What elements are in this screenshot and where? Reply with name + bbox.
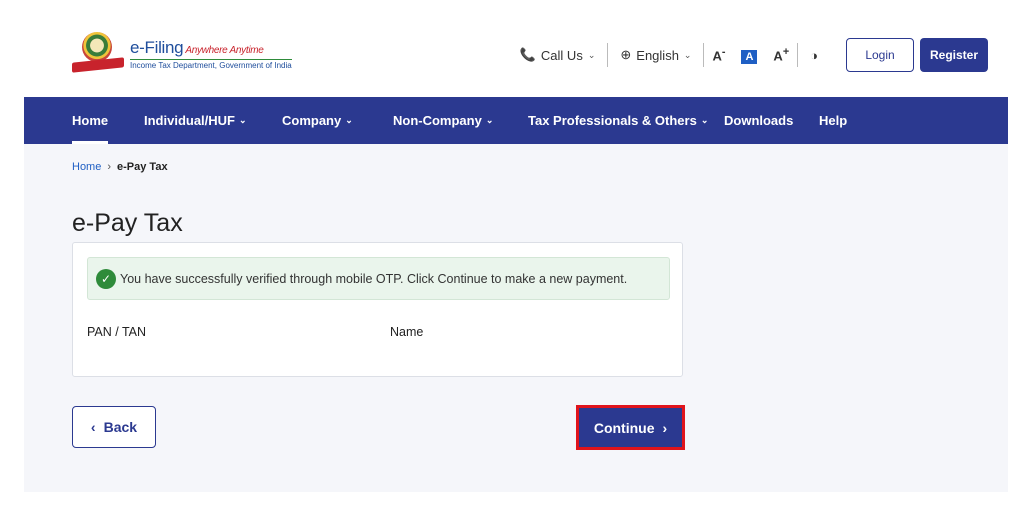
font-default-button[interactable]: A [733, 48, 765, 64]
login-button[interactable]: Login [846, 38, 914, 72]
continue-highlight: Continue › [576, 405, 685, 450]
pan-tan-label: PAN / TAN [87, 325, 147, 339]
font-increase-button[interactable]: A+ [765, 46, 797, 63]
call-us-dropdown[interactable]: 📞 Call Us ⌄ [508, 47, 608, 63]
details-card: ✓ You have successfully verified through… [72, 242, 683, 377]
breadcrumb-separator: › [107, 161, 112, 173]
nav-item-company[interactable]: Company ⌄ [282, 97, 353, 144]
check-circle-icon: ✓ [96, 268, 116, 289]
chevron-down-icon: ⌄ [345, 115, 353, 125]
nav-item-home[interactable]: Home [72, 97, 109, 144]
logo-title: e-Filing [130, 38, 184, 57]
breadcrumb-home[interactable]: Home [72, 161, 101, 173]
nav-item-help[interactable]: Help [819, 97, 847, 144]
language-label: English [636, 47, 679, 63]
language-dropdown[interactable]: ⊕ English ⌄ [608, 47, 703, 63]
emblem-icon [72, 30, 126, 78]
header: e-Filing Anywhere Anytime Income Tax Depa… [24, 0, 1008, 97]
logo-subtitle: Income Tax Department, Government of Ind… [130, 59, 292, 70]
chevron-down-icon: ⌄ [587, 49, 596, 60]
nav-item-individual-huf[interactable]: Individual/HUF ⌄ [144, 97, 247, 144]
nav-item-non-company[interactable]: Non-Company ⌄ [393, 97, 493, 144]
breadcrumb: Home › e-Pay Tax [72, 161, 168, 173]
phone-icon: 📞 [519, 47, 536, 62]
chevron-down-icon: ⌄ [683, 49, 692, 60]
chevron-down-icon: ⌄ [485, 115, 494, 125]
globe-icon: ⊕ [620, 47, 632, 62]
call-us-label: Call Us [540, 47, 583, 63]
contrast-icon[interactable]: ◑ [798, 48, 830, 63]
chevron-left-icon: ‹ [90, 419, 96, 435]
main-nav: Home Individual/HUF ⌄ Company ⌄ Non-Compan… [24, 97, 1008, 144]
efiling-logo[interactable]: e-Filing Anywhere Anytime Income Tax Depa… [72, 30, 292, 78]
page-frame: e-Filing Anywhere Anytime Income Tax Depa… [24, 0, 1008, 492]
register-button[interactable]: Register [920, 38, 988, 72]
logo-tagline: Anywhere Anytime [185, 45, 264, 56]
success-message: You have successfully verified through m… [120, 271, 628, 286]
font-decrease-button[interactable]: A- [704, 46, 733, 63]
header-actions: 📞 Call Us ⌄ ⊕ English ⌄ A- A A+ ◑ Login … [508, 38, 988, 72]
page-title: e-Pay Tax [72, 209, 183, 237]
breadcrumb-current: e-Pay Tax [117, 161, 168, 173]
name-label: Name [390, 325, 424, 339]
chevron-down-icon: ⌄ [700, 115, 709, 125]
nav-item-tax-professionals[interactable]: Tax Professionals & Others ⌄ [528, 97, 708, 144]
chevron-down-icon: ⌄ [239, 115, 247, 125]
back-button[interactable]: ‹ Back [72, 406, 156, 448]
chevron-right-icon: › [662, 419, 668, 436]
success-alert: ✓ You have successfully verified through… [87, 257, 670, 300]
nav-item-downloads[interactable]: Downloads [724, 97, 793, 144]
main-content: Home › e-Pay Tax e-Pay Tax ✓ You have su… [24, 144, 1008, 492]
continue-button[interactable]: Continue › [579, 408, 682, 447]
